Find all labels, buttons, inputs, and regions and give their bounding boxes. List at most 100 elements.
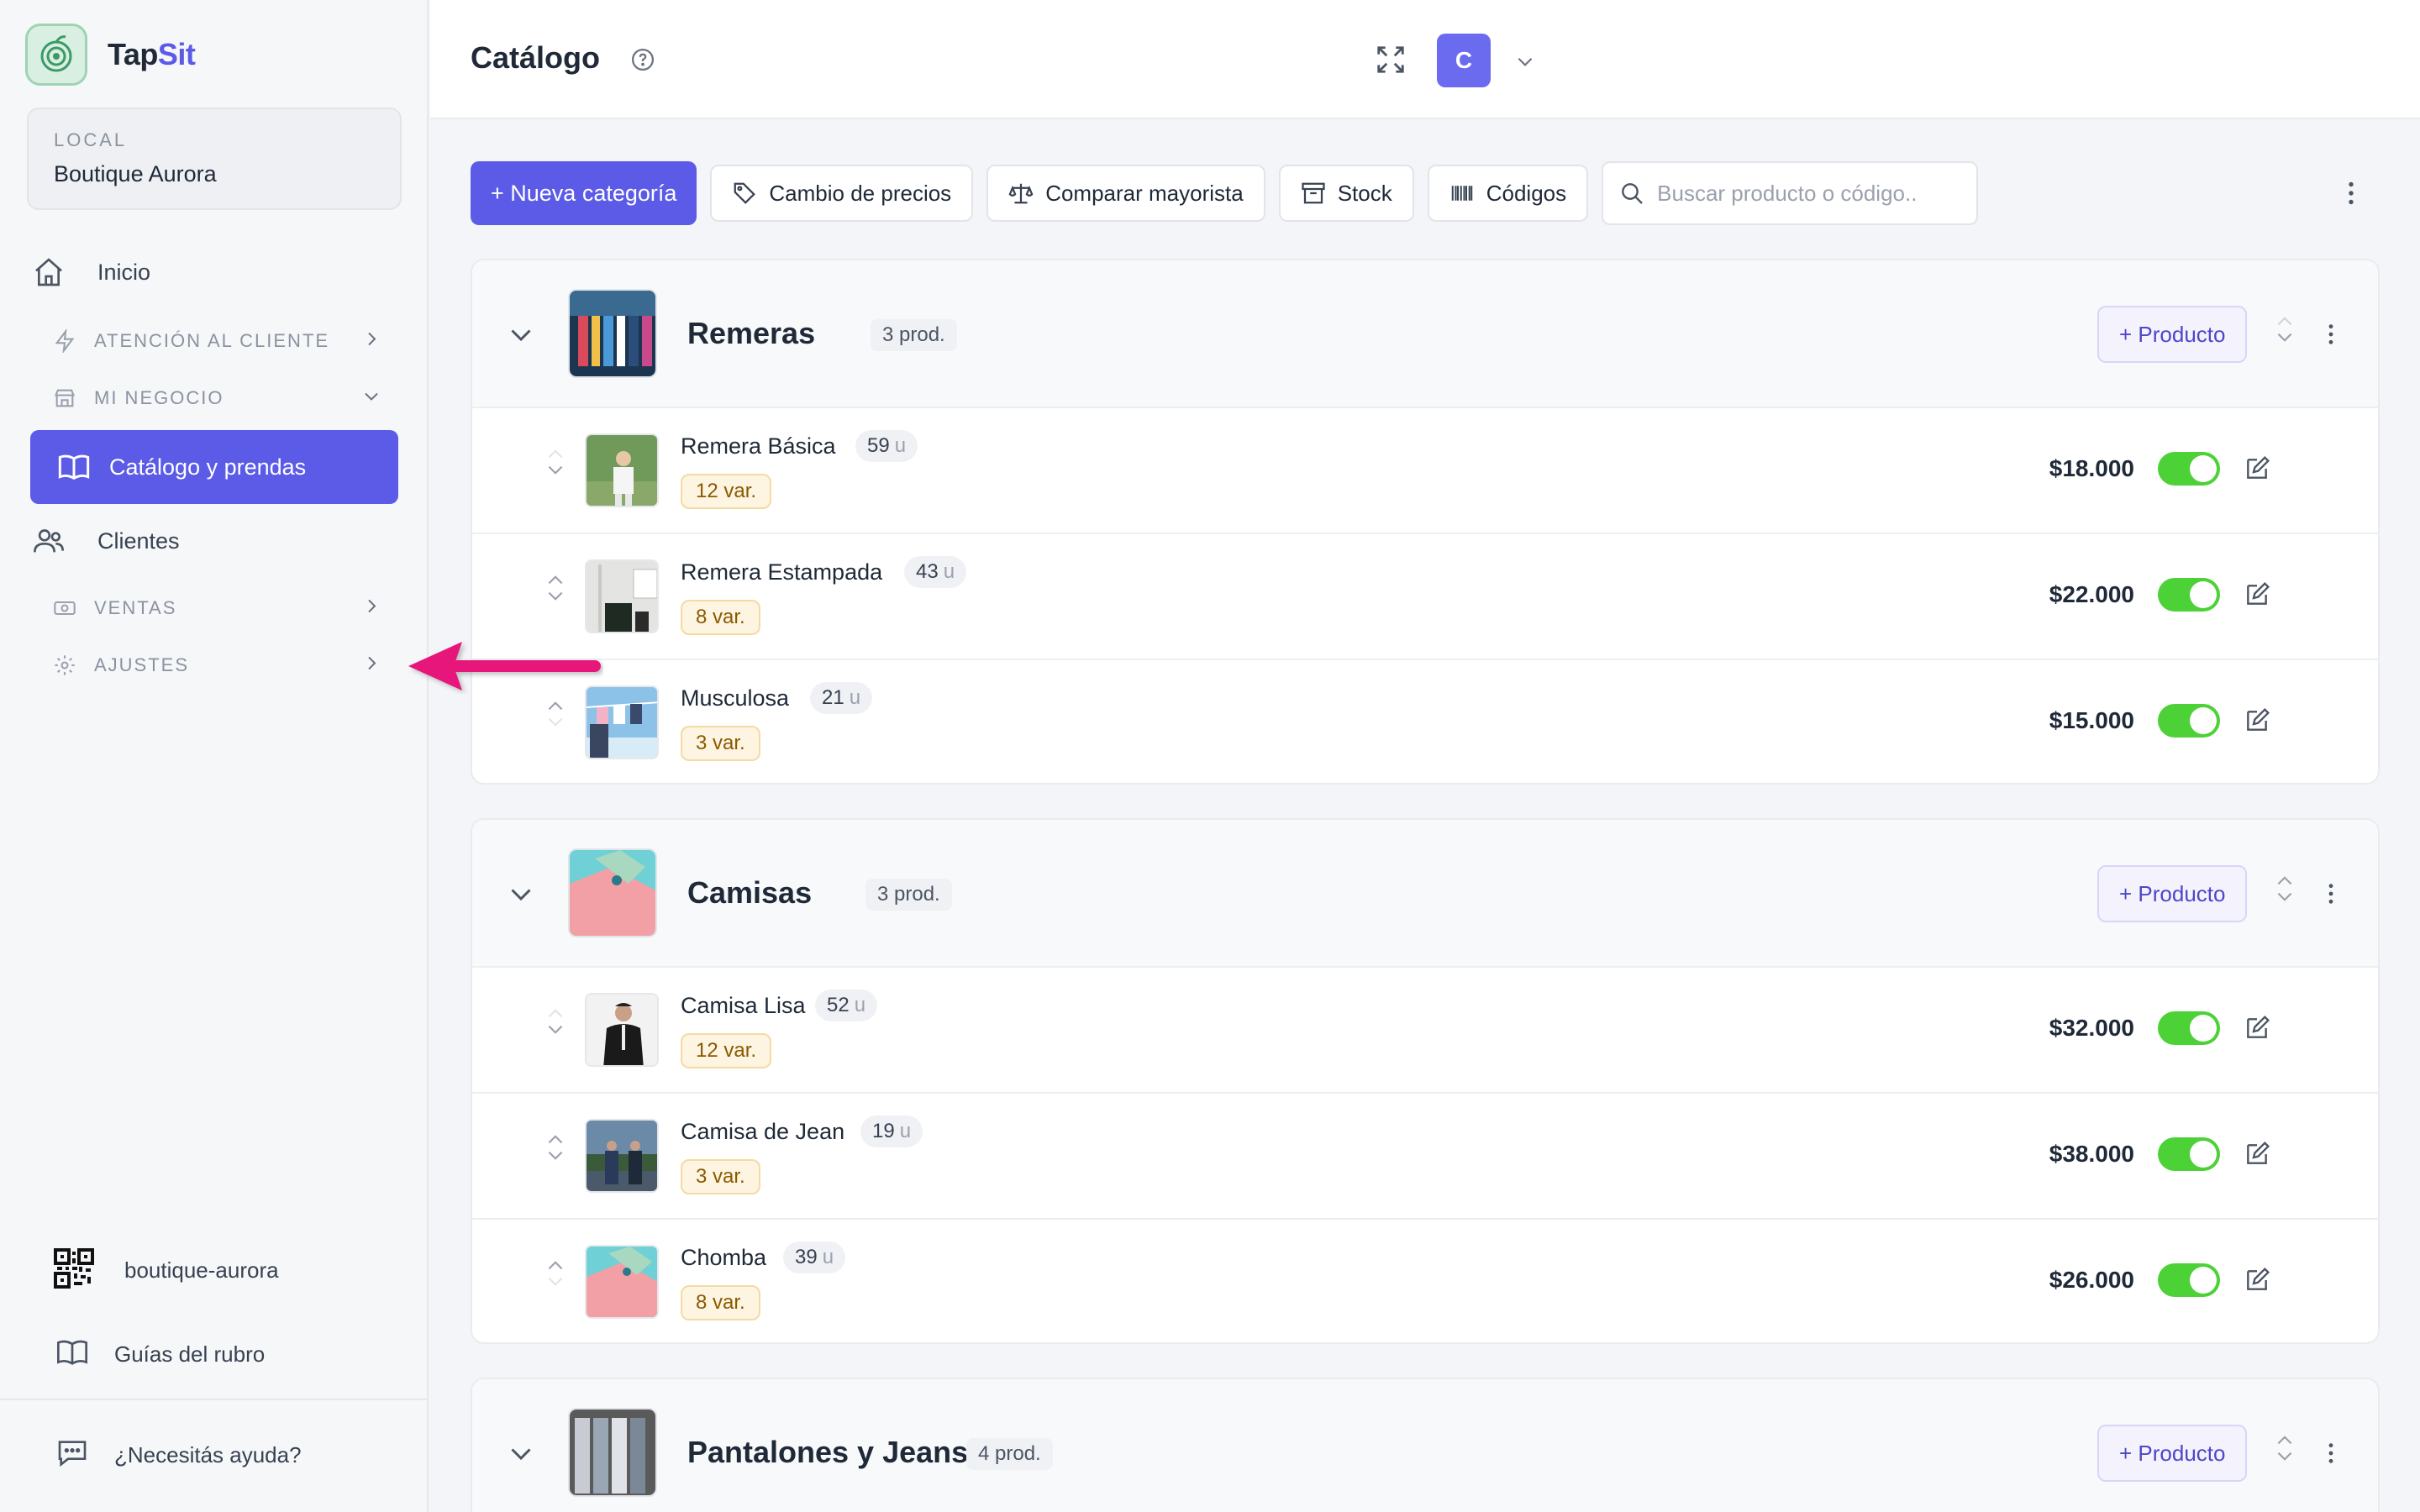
variants-badge[interactable]: 12 var.	[681, 474, 772, 509]
sidebar-item-catalogo[interactable]: Catálogo y prendas	[30, 430, 398, 504]
product-row: Camisa de Jean 19 u 3 var. $38.000	[472, 1094, 2378, 1220]
variants-badge[interactable]: 8 var.	[681, 1285, 760, 1320]
avatar[interactable]: C	[1437, 34, 1491, 87]
help-link[interactable]: ¿Necesitás ayuda?	[55, 1436, 302, 1474]
brand[interactable]: TapSit	[25, 24, 196, 86]
chevron-down-icon[interactable]	[1514, 50, 1536, 76]
stock-badge: 19 u	[860, 1116, 923, 1147]
product-price: $26.000	[2049, 1267, 2134, 1293]
product-active-toggle[interactable]	[2158, 578, 2220, 612]
fullscreen-icon[interactable]	[1375, 44, 1407, 80]
category-count-badge: 3 prod.	[865, 879, 952, 911]
edit-icon[interactable]	[2244, 1015, 2270, 1046]
add-product-button[interactable]: + Producto	[2097, 1425, 2248, 1482]
product-order-controls[interactable]	[544, 1005, 566, 1038]
category-more-icon[interactable]	[2317, 1440, 2344, 1471]
edit-icon[interactable]	[2244, 455, 2270, 486]
price-change-button[interactable]: Cambio de precios	[710, 165, 974, 222]
compare-wholesale-button[interactable]: Comparar mayorista	[986, 165, 1265, 222]
stock-badge: 59 u	[855, 430, 918, 462]
search-box[interactable]	[1602, 161, 1979, 225]
catalog-toolbar: + Nueva categoría Cambio de precios Comp…	[471, 161, 1979, 225]
gear-icon	[52, 653, 77, 678]
chevron-up-icon	[548, 1261, 563, 1270]
category-order-controls[interactable]	[2274, 872, 2296, 906]
codes-label: Códigos	[1486, 180, 1567, 206]
sidebar-section-mi-negocio[interactable]: MI NEGOCIO	[30, 383, 398, 413]
category-card-remeras: Remeras 3 prod. + Producto Remera Básica…	[471, 259, 2380, 785]
edit-icon[interactable]	[2244, 707, 2270, 738]
sidebar-item-clientes[interactable]: Clientes	[30, 522, 398, 559]
product-thumbnail	[585, 685, 659, 759]
collapse-chevron-icon[interactable]	[506, 879, 536, 913]
add-product-button[interactable]: + Producto	[2097, 865, 2248, 922]
variants-badge[interactable]: 3 var.	[681, 1159, 760, 1194]
codes-button[interactable]: Códigos	[1427, 165, 1589, 222]
sidebar-item-label: Inicio	[97, 259, 151, 285]
stock-button[interactable]: Stock	[1278, 165, 1414, 222]
product-order-controls[interactable]	[544, 1131, 566, 1164]
product-order-controls[interactable]	[544, 697, 566, 731]
top-header: Catálogo C	[430, 0, 2420, 119]
category-card-pantalones: Pantalones y Jeans 4 prod. + Producto	[471, 1378, 2380, 1512]
collapse-chevron-icon[interactable]	[506, 319, 536, 354]
add-product-button[interactable]: + Producto	[2097, 306, 2248, 363]
category-order-controls[interactable]	[2274, 1431, 2296, 1465]
edit-icon[interactable]	[2244, 1267, 2270, 1298]
book-icon	[55, 449, 92, 486]
chevron-down-icon	[548, 591, 563, 601]
variants-badge[interactable]: 8 var.	[681, 600, 760, 635]
sidebar-section-ajustes[interactable]: AJUSTES	[30, 650, 398, 680]
product-active-toggle[interactable]	[2158, 452, 2220, 486]
sidebar-section-ventas[interactable]: VENTAS	[30, 593, 398, 623]
category-name: Remeras	[687, 316, 816, 350]
category-count-badge: 4 prod.	[966, 1438, 1053, 1470]
product-active-toggle[interactable]	[2158, 1011, 2220, 1045]
product-active-toggle[interactable]	[2158, 1263, 2220, 1297]
chevron-right-icon	[361, 329, 381, 354]
sidebar: TapSit LOCAL Boutique Aurora Inicio ATEN…	[0, 0, 429, 1512]
tag-icon	[734, 182, 756, 204]
product-name: Camisa Lisa	[681, 993, 806, 1018]
sidebar-item-label: Clientes	[97, 528, 180, 554]
guides-link[interactable]: Guías del rubro	[55, 1336, 265, 1373]
sidebar-divider	[0, 1399, 429, 1400]
chevron-down-icon	[548, 1025, 563, 1034]
product-active-toggle[interactable]	[2158, 1137, 2220, 1171]
category-name: Pantalones y Jeans	[687, 1435, 969, 1469]
edit-icon[interactable]	[2244, 1141, 2270, 1172]
qr-link[interactable]: boutique-aurora	[54, 1248, 279, 1293]
chevron-up-icon	[2277, 317, 2292, 326]
collapse-chevron-icon[interactable]	[506, 1438, 536, 1473]
help-circle-icon[interactable]	[630, 47, 655, 76]
more-options-icon[interactable]	[2336, 178, 2366, 213]
store-icon	[52, 386, 77, 411]
search-input[interactable]	[1657, 180, 1960, 207]
product-row: Remera Básica 59 u 12 var. $18.000	[472, 408, 2378, 534]
product-thumbnail	[585, 559, 659, 633]
product-row: Remera Estampada 43 u 8 var. $22.000	[472, 534, 2378, 660]
product-active-toggle[interactable]	[2158, 704, 2220, 738]
variants-badge[interactable]: 12 var.	[681, 1033, 772, 1068]
sidebar-section-atencion[interactable]: ATENCIÓN AL CLIENTE	[30, 326, 398, 356]
category-thumbnail	[568, 848, 657, 937]
product-order-controls[interactable]	[544, 445, 566, 479]
chevron-right-icon	[361, 596, 381, 621]
category-more-icon[interactable]	[2317, 880, 2344, 911]
product-price: $32.000	[2049, 1015, 2134, 1041]
guides-label: Guías del rubro	[114, 1341, 266, 1367]
qr-label: boutique-aurora	[124, 1257, 279, 1283]
chat-icon	[55, 1436, 89, 1474]
variants-badge[interactable]: 3 var.	[681, 726, 760, 761]
category-order-controls[interactable]	[2274, 312, 2296, 346]
edit-icon[interactable]	[2244, 581, 2270, 612]
sidebar-item-inicio[interactable]: Inicio	[30, 254, 398, 291]
product-order-controls[interactable]	[544, 1257, 566, 1290]
new-category-button[interactable]: + Nueva categoría	[471, 161, 697, 225]
product-row: Musculosa 21 u 3 var. $15.000	[472, 660, 2378, 783]
category-thumbnail	[568, 1408, 657, 1497]
product-order-controls[interactable]	[544, 571, 566, 605]
local-selector[interactable]: LOCAL Boutique Aurora	[27, 108, 402, 210]
category-more-icon[interactable]	[2317, 321, 2344, 352]
chevron-right-icon	[361, 654, 381, 678]
